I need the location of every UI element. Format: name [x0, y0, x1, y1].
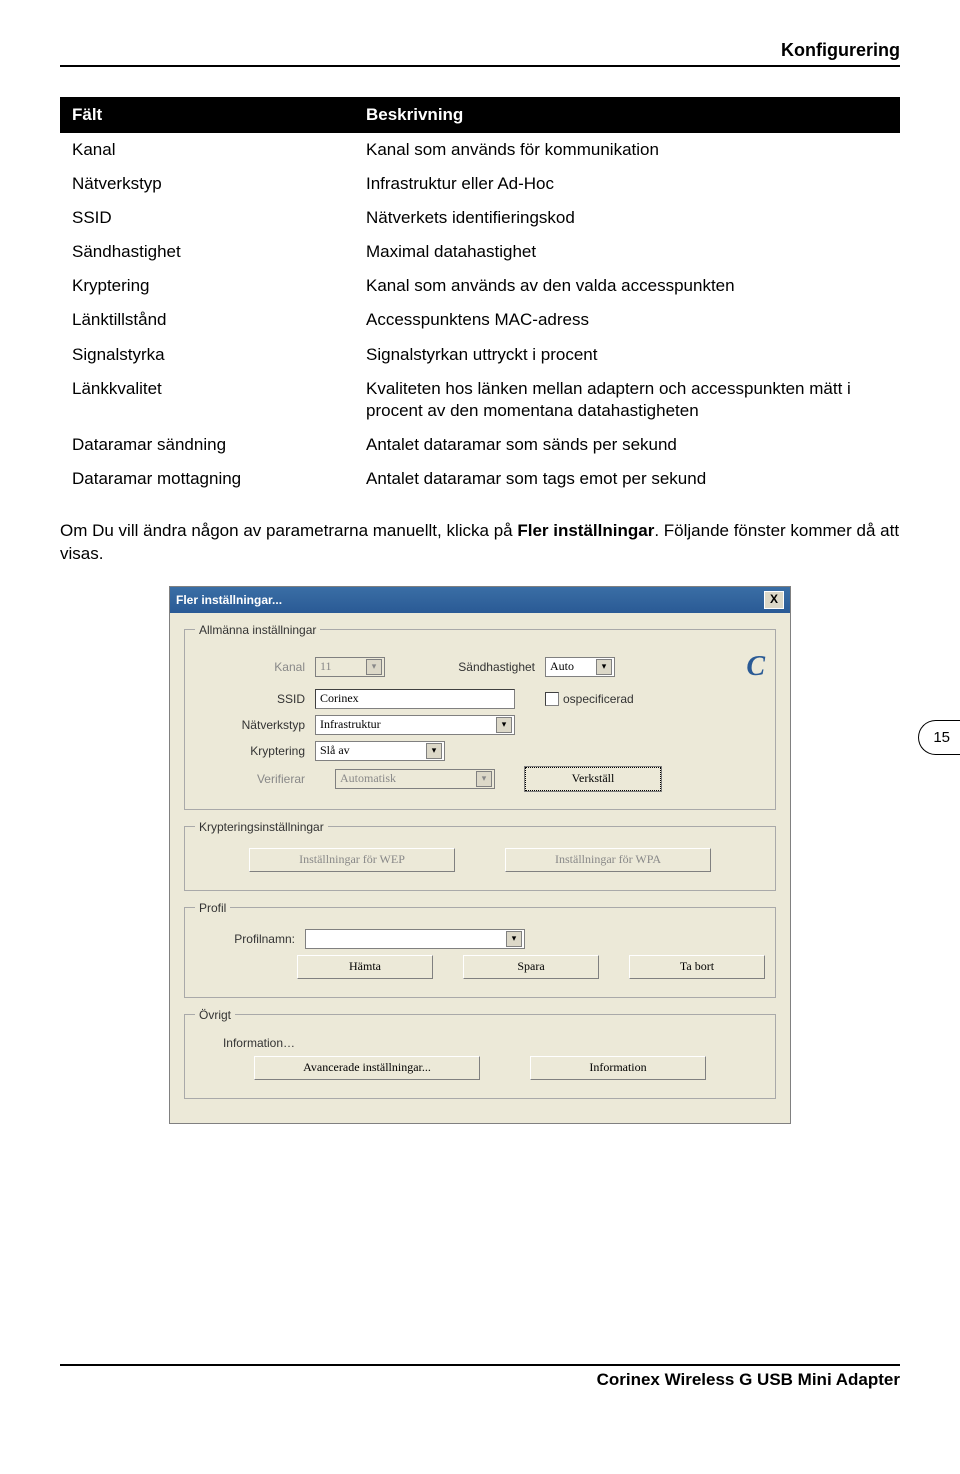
- select-profilnamn[interactable]: ▾: [305, 929, 525, 949]
- select-kanal-value: 11: [320, 659, 332, 674]
- settings-dialog: Fler inställningar... X Allmänna inställ…: [169, 586, 791, 1124]
- select-sandhastighet[interactable]: Auto ▾: [545, 657, 615, 677]
- select-sandhastighet-value: Auto: [550, 659, 574, 674]
- verkstall-button[interactable]: Verkställ: [525, 767, 661, 791]
- cell: Kvaliteten hos länken mellan adaptern oc…: [354, 372, 900, 428]
- table-header-desc: Beskrivning: [354, 97, 900, 133]
- field-description-table: Fält Beskrivning KanalKanal som används …: [60, 97, 900, 496]
- checkbox-ospecificerad[interactable]: ospecificerad: [545, 692, 634, 706]
- dialog-title: Fler inställningar...: [176, 593, 282, 607]
- chevron-down-icon[interactable]: ▾: [496, 717, 512, 733]
- checkbox-box-icon[interactable]: [545, 692, 559, 706]
- cell: Nätverkstyp: [60, 167, 354, 201]
- tabort-button[interactable]: Ta bort: [629, 955, 765, 979]
- divider-top: [60, 65, 900, 67]
- cell: Signalstyrka: [60, 338, 354, 372]
- wep-button: Inställningar för WEP: [249, 848, 455, 872]
- select-natverkstyp-value: Infrastruktur: [320, 717, 381, 732]
- group-profil: Profil Profilnamn: ▾ Hämta Spara Ta bort: [184, 901, 776, 998]
- label-profilnamn: Profilnamn:: [195, 932, 305, 946]
- table-row: LänktillståndAccesspunktens MAC-adress: [60, 303, 900, 337]
- cell: Kanal som används för kommunikation: [354, 133, 900, 167]
- cell: Accesspunktens MAC-adress: [354, 303, 900, 337]
- table-row: Dataramar mottagningAntalet dataramar so…: [60, 462, 900, 496]
- body-pre: Om Du vill ändra någon av parametrarna m…: [60, 521, 517, 540]
- divider-bottom: [60, 1364, 900, 1366]
- cell: Sändhastighet: [60, 235, 354, 269]
- select-natverkstyp[interactable]: Infrastruktur ▾: [315, 715, 515, 735]
- spara-button[interactable]: Spara: [463, 955, 599, 979]
- legend-profil: Profil: [195, 901, 230, 915]
- page-number: 15: [918, 720, 960, 755]
- group-kryptering: Krypteringsinställningar Inställningar f…: [184, 820, 776, 891]
- group-ovrigt: Övrigt Information… Avancerade inställni…: [184, 1008, 776, 1099]
- chevron-down-icon: ▾: [476, 771, 492, 787]
- footer: Corinex Wireless G USB Mini Adapter: [60, 1364, 900, 1390]
- chevron-down-icon: ▾: [366, 659, 382, 675]
- select-kryptering[interactable]: Slå av ▾: [315, 741, 445, 761]
- label-ssid: SSID: [195, 692, 315, 706]
- cell: Signalstyrkan uttryckt i procent: [354, 338, 900, 372]
- label-sandhastighet: Sändhastighet: [425, 660, 545, 674]
- select-kryptering-value: Slå av: [320, 743, 350, 758]
- close-icon[interactable]: X: [764, 591, 784, 609]
- table-row: NätverkstypInfrastruktur eller Ad-Hoc: [60, 167, 900, 201]
- select-kanal: 11 ▾: [315, 657, 385, 677]
- legend-ovrigt: Övrigt: [195, 1008, 235, 1022]
- wpa-button: Inställningar för WPA: [505, 848, 711, 872]
- label-natverkstyp: Nätverkstyp: [195, 718, 315, 732]
- hamta-button[interactable]: Hämta: [297, 955, 433, 979]
- cell: Maximal datahastighet: [354, 235, 900, 269]
- label-kanal: Kanal: [195, 660, 315, 674]
- corinex-logo-icon: C: [746, 651, 765, 683]
- select-verifierar-value: Automatisk: [340, 771, 396, 786]
- cell: Infrastruktur eller Ad-Hoc: [354, 167, 900, 201]
- cell: Kanal som används av den valda accesspun…: [354, 269, 900, 303]
- chevron-down-icon[interactable]: ▾: [506, 931, 522, 947]
- legend-general: Allmänna inställningar: [195, 623, 320, 637]
- cell: Dataramar mottagning: [60, 462, 354, 496]
- chevron-down-icon[interactable]: ▾: [596, 659, 612, 675]
- cell: Länktillstånd: [60, 303, 354, 337]
- body-bold: Fler inställningar: [517, 521, 654, 540]
- table-row: LänkkvalitetKvaliteten hos länken mellan…: [60, 372, 900, 428]
- checkbox-label: ospecificerad: [563, 692, 634, 706]
- advanced-button[interactable]: Avancerade inställningar...: [254, 1056, 480, 1080]
- table-row: SSIDNätverkets identifieringskod: [60, 201, 900, 235]
- body-text: Om Du vill ändra någon av parametrarna m…: [60, 520, 900, 566]
- select-verifierar: Automatisk ▾: [335, 769, 495, 789]
- table-row: KanalKanal som används för kommunikation: [60, 133, 900, 167]
- label-kryptering: Kryptering: [195, 744, 315, 758]
- legend-kryptering: Krypteringsinställningar: [195, 820, 328, 834]
- chevron-down-icon[interactable]: ▾: [426, 743, 442, 759]
- information-button[interactable]: Information: [530, 1056, 706, 1080]
- table-row: SignalstyrkaSignalstyrkan uttryckt i pro…: [60, 338, 900, 372]
- cell: Antalet dataramar som tags emot per seku…: [354, 462, 900, 496]
- cell: Nätverkets identifieringskod: [354, 201, 900, 235]
- cell: Dataramar sändning: [60, 428, 354, 462]
- cell: Länkkvalitet: [60, 372, 354, 428]
- table-header-field: Fält: [60, 97, 354, 133]
- label-information: Information…: [195, 1036, 305, 1050]
- titlebar: Fler inställningar... X: [170, 587, 790, 613]
- label-verifierar: Verifierar: [195, 772, 315, 786]
- cell: SSID: [60, 201, 354, 235]
- group-general: Allmänna inställningar Kanal 11 ▾ Sändha…: [184, 623, 776, 810]
- cell: Kanal: [60, 133, 354, 167]
- footer-text: Corinex Wireless G USB Mini Adapter: [60, 1370, 900, 1390]
- cell: Kryptering: [60, 269, 354, 303]
- section-title: Konfigurering: [60, 40, 900, 61]
- ssid-input[interactable]: [315, 689, 515, 709]
- table-row: KrypteringKanal som används av den valda…: [60, 269, 900, 303]
- cell: Antalet dataramar som sänds per sekund: [354, 428, 900, 462]
- table-row: Dataramar sändningAntalet dataramar som …: [60, 428, 900, 462]
- table-row: SändhastighetMaximal datahastighet: [60, 235, 900, 269]
